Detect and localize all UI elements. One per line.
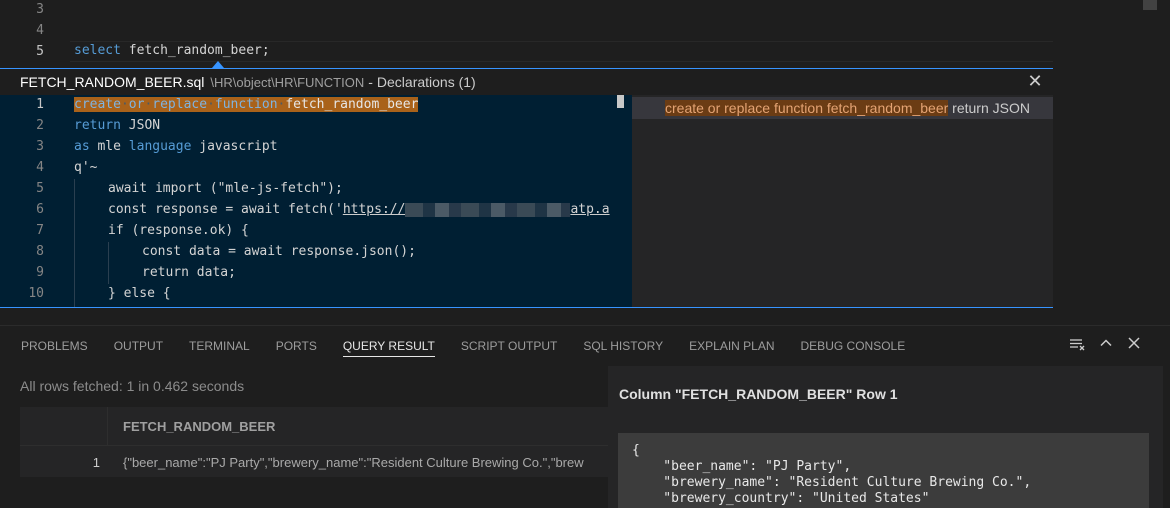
reference-item[interactable]: create or replace function fetch_random_…	[632, 97, 1053, 119]
json-viewer[interactable]: { "beer_name": "PJ Party", "brewery_name…	[618, 433, 1149, 508]
line-number: 4	[36, 23, 44, 38]
peek-caret	[212, 61, 224, 68]
line-number: 5	[36, 181, 44, 196]
line-number: 3	[36, 139, 44, 154]
peek-scrollbar-thumb[interactable]	[617, 95, 624, 108]
function-name: fetch_random_beer	[285, 97, 419, 112]
code-line-5[interactable]: select fetch_random_beer;	[74, 43, 270, 58]
url-link-tail[interactable]: atp.a	[570, 202, 609, 217]
code-line-3[interactable]: as mle language javascript	[74, 137, 278, 157]
code-text: fetch_random_beer;	[120, 43, 270, 58]
panel-scrollbar[interactable]	[1163, 366, 1170, 508]
tab-script-output[interactable]: SCRIPT OUTPUT	[448, 326, 570, 366]
editor-right-gutter	[1058, 0, 1170, 325]
line-number: 3	[36, 2, 44, 17]
line-number: 2	[36, 118, 44, 133]
keyword-as: as	[74, 139, 90, 154]
panel-tab-bar: PROBLEMS OUTPUT TERMINAL PORTS QUERY RES…	[0, 326, 918, 366]
json-line: "brewery_name": "Resident Culture Brewin…	[632, 475, 1032, 490]
column-header[interactable]: FETCH_RANDOM_BEER	[123, 419, 275, 434]
tab-problems[interactable]: PROBLEMS	[8, 326, 101, 366]
reference-rest: return JSON	[948, 100, 1030, 116]
query-status: All rows fetched: 1 in 0.462 seconds	[20, 378, 245, 394]
detail-title: Column "FETCH_RANDOM_BEER" Row 1	[619, 386, 898, 402]
close-icon[interactable]: ✕	[1025, 71, 1045, 92]
line-number-active: 5	[36, 44, 44, 59]
code-line-10[interactable]: } else {	[108, 284, 171, 304]
line-number: 6	[36, 202, 44, 217]
line-number: 1	[36, 97, 44, 112]
bottom-panel: PROBLEMS OUTPUT TERMINAL PORTS QUERY RES…	[0, 325, 1170, 508]
result-grid: FETCH_RANDOM_BEER 1 {"beer_name":"PJ Par…	[20, 407, 608, 508]
reference-match: create or replace function fetch_random_…	[665, 100, 949, 116]
code-text: const response = await fetch('	[108, 202, 343, 217]
cell-detail-view: Column "FETCH_RANDOM_BEER" Row 1 { "beer…	[608, 366, 1163, 508]
row-number: 1	[92, 455, 100, 470]
peek-declarations-count: Declarations (1)	[376, 74, 476, 90]
keyword-language: language	[128, 139, 192, 154]
keyword-or: or	[128, 97, 145, 112]
keyword-replace: replace	[152, 97, 208, 112]
peek-declaration-widget: FETCH_RANDOM_BEER.sql \HR\object\HR\FUNC…	[0, 68, 1053, 308]
peek-references-list: create or replace function fetch_random_…	[632, 95, 1053, 307]
json-line: "beer_name": "PJ Party",	[632, 459, 852, 474]
peek-separator: -	[368, 74, 373, 90]
scrollbar-thumb[interactable]	[1143, 0, 1157, 10]
close-icon[interactable]	[1124, 336, 1144, 356]
code-line-5[interactable]: await import ("mle-js-fetch");	[108, 179, 343, 199]
keyword-function: function	[214, 97, 278, 112]
tab-output[interactable]: OUTPUT	[101, 326, 176, 366]
code-line-9[interactable]: return data;	[142, 263, 236, 283]
code-line-2[interactable]: return JSON	[74, 116, 160, 136]
keyword-select: select	[74, 43, 121, 58]
code-text: javascript	[191, 139, 278, 154]
line-number: 10	[28, 286, 44, 301]
code-line-1[interactable]: create·or·replace·function·fetch_random_…	[74, 95, 419, 115]
tab-sql-history[interactable]: SQL HISTORY	[570, 326, 676, 366]
code-line-6[interactable]: const response = await fetch('https:// at…	[108, 200, 610, 220]
clear-list-icon[interactable]	[1067, 336, 1087, 356]
code-text: mle	[89, 139, 129, 154]
grid-header: FETCH_RANDOM_BEER	[20, 407, 608, 445]
json-line: "brewery_country": "United States"	[632, 491, 930, 506]
code-line-8[interactable]: const data = await response.json();	[142, 242, 416, 262]
row-number-header	[20, 407, 108, 445]
table-row[interactable]: 1 {"beer_name":"PJ Party","brewery_name"…	[20, 445, 608, 477]
code-line-4[interactable]: q'~	[74, 158, 97, 178]
keyword-return: return	[74, 118, 121, 133]
tab-terminal[interactable]: TERMINAL	[176, 326, 263, 366]
peek-file-name[interactable]: FETCH_RANDOM_BEER.sql	[20, 74, 204, 90]
line-number: 9	[36, 265, 44, 280]
tab-ports[interactable]: PORTS	[263, 326, 330, 366]
cell-value[interactable]: {"beer_name":"PJ Party","brewery_name":"…	[123, 455, 608, 470]
peek-file-path: \HR\object\HR\FUNCTION	[210, 74, 365, 90]
indent-guide	[74, 179, 75, 307]
peek-header: FETCH_RANDOM_BEER.sql \HR\object\HR\FUNC…	[0, 69, 1053, 95]
tab-debug-console[interactable]: DEBUG CONSOLE	[788, 326, 919, 366]
line-number: 4	[36, 160, 44, 175]
code-line-7[interactable]: if (response.ok) {	[108, 221, 249, 241]
url-link[interactable]: https://	[343, 202, 406, 217]
keyword-create: create	[74, 97, 121, 112]
code-text: JSON	[120, 118, 161, 133]
tab-explain-plan[interactable]: EXPLAIN PLAN	[676, 326, 787, 366]
peek-code-editor[interactable]: 1 2 3 4 5 6 7 8 9 10 create·or·replace·f…	[0, 95, 630, 307]
redacted-url	[405, 202, 571, 217]
line-number: 8	[36, 244, 44, 259]
tab-query-result[interactable]: QUERY RESULT	[330, 326, 448, 366]
line-number: 7	[36, 223, 44, 238]
main-editor[interactable]: 3 4 5 select fetch_random_beer;	[0, 0, 1170, 68]
chevron-up-icon[interactable]	[1096, 336, 1116, 356]
indent-guide	[108, 242, 109, 284]
json-line: {	[632, 443, 640, 458]
